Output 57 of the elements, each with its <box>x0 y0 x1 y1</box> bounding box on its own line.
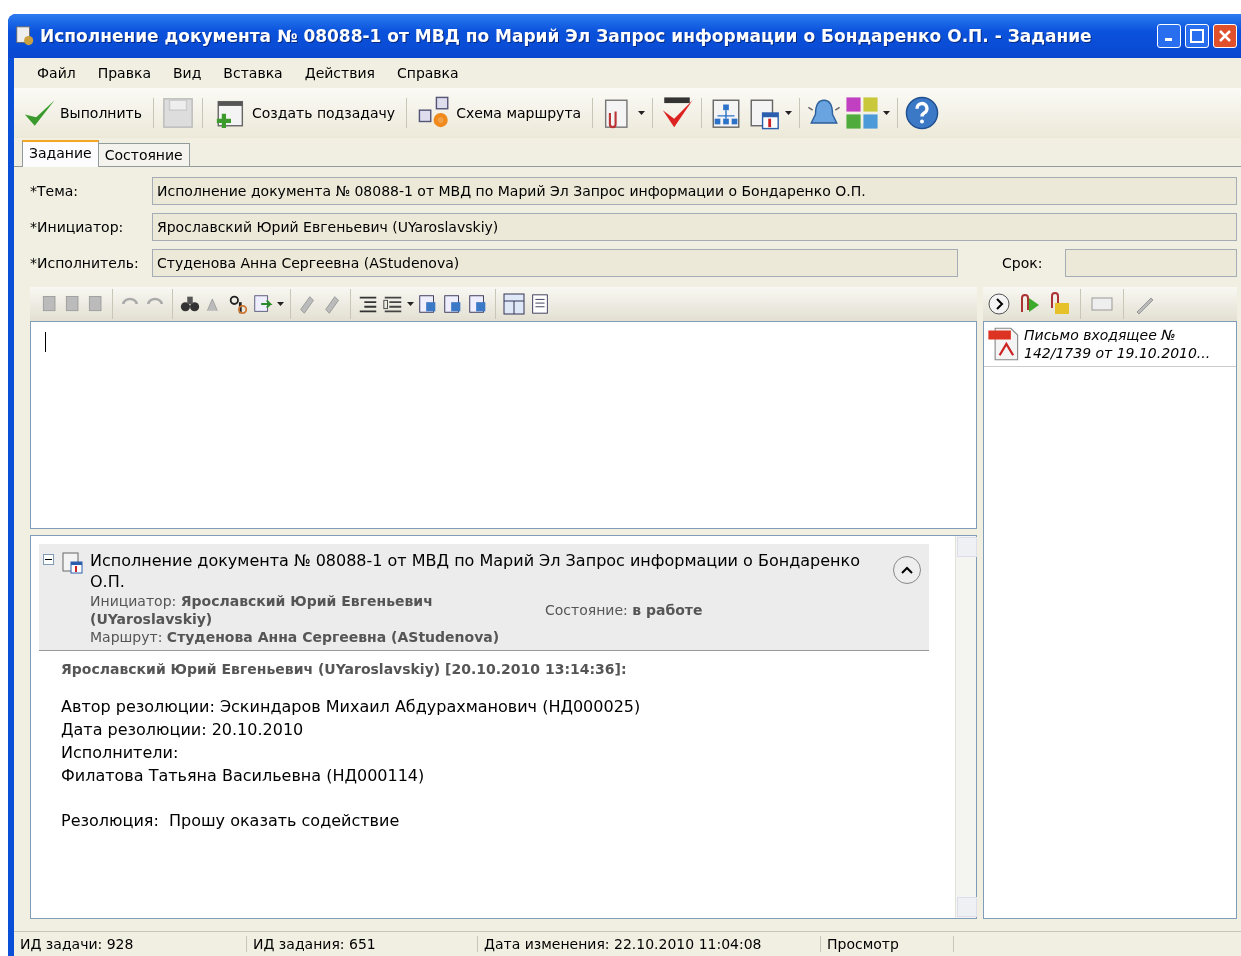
date-field[interactable] <box>1065 249 1237 277</box>
menu-item[interactable]: Файл <box>26 65 87 81</box>
close-icon[interactable] <box>1218 29 1232 43</box>
spelling-icon[interactable] <box>227 293 249 315</box>
menu-item[interactable]: Вставка <box>212 65 294 81</box>
color-squares-icon[interactable] <box>845 96 880 130</box>
page-layout-icon[interactable] <box>529 293 551 315</box>
comment-header: Ярославский Юрий Евгеньевич (UYaroslavskiy) [20.10.2010 13:14:36]: <box>61 661 628 677</box>
menu-item[interactable]: Правка <box>86 65 162 81</box>
status-bar-item: Дата изменения: 22.10.2010 11:04:08 <box>478 936 821 952</box>
field-label: Срок: <box>1002 255 1044 271</box>
comment-line: Филатова Татьяна Васильевна (НД000114) <box>61 765 426 787</box>
execute-button[interactable]: Выполнить <box>18 94 146 132</box>
window-title: Исполнение документа № 08088-1 от МВД по Марий Эл Запрос информации о Бондаренко О.П. - Задание <box>40 26 1093 46</box>
caret-icon[interactable] <box>785 111 793 115</box>
caret-icon[interactable] <box>883 111 891 115</box>
document-icon[interactable] <box>14 25 36 47</box>
caret-icon[interactable] <box>407 302 414 306</box>
comment-line: Резолюция: Прошу оказать содействие <box>61 810 401 832</box>
route-scheme-button[interactable]: Схема маршрута <box>414 94 586 132</box>
route-text: Маршрут: Студенова Анна Сергеевна (AStudenova) <box>90 628 501 646</box>
menu-item[interactable]: Вид <box>161 65 213 81</box>
chevron-up-icon[interactable] <box>901 566 913 574</box>
tab[interactable]: Состояние <box>97 143 190 166</box>
pdf-file-icon[interactable] <box>986 326 1020 362</box>
table-layout-icon[interactable] <box>502 292 526 316</box>
initiator-text: Инициатор: Ярославский Юрий Евгеньевич (UYaroslavskiy) <box>90 592 434 628</box>
menu-item[interactable]: Справка <box>385 65 470 81</box>
comment-line: Дата резолюции: 20.10.2010 <box>61 719 305 741</box>
status-bar-item: ИД задания: 651 <box>247 936 478 952</box>
menu-item[interactable]: Действия <box>293 65 386 81</box>
status-text: Состояние: в работе <box>545 601 704 619</box>
comment-line: Автор резолюции: Эскиндаров Михаил Абдурахманович (НД000025) <box>61 696 642 718</box>
status-bar-item: ИД задачи: 928 <box>14 936 247 952</box>
create-subtask-button[interactable]: Создать подзадачу <box>210 94 400 132</box>
caret-icon[interactable] <box>277 302 284 306</box>
scrollbar[interactable] <box>955 536 976 918</box>
field-label: *Инициатор: <box>30 219 125 235</box>
caret-icon[interactable] <box>638 111 646 115</box>
task-calendar-icon[interactable] <box>60 550 84 574</box>
tab[interactable]: Задание <box>22 140 99 167</box>
export-icon[interactable] <box>252 293 274 315</box>
status-bar-item: Просмотр <box>821 936 954 952</box>
maximize-button[interactable] <box>1185 24 1209 48</box>
text-field[interactable]: Студенова Анна Сергеевна (AStudenova) <box>152 249 958 277</box>
field-label: *Тема: <box>30 183 80 199</box>
maximize-icon[interactable] <box>1190 29 1204 43</box>
minimize-button[interactable] <box>1157 24 1181 48</box>
task-title: Исполнение документа № 08088-1 от МВД по Марий Эл Запрос информации о Бондаренко О.П. <box>90 550 861 592</box>
text-field[interactable]: Исполнение документа № 08088-1 от МВД по Марий Эл Запрос информации о Бондаренко О.П. <box>152 177 1237 205</box>
forward-icon[interactable] <box>987 292 1011 316</box>
collapse-button[interactable] <box>893 556 921 584</box>
help-icon[interactable] <box>905 96 940 130</box>
comment-line: Исполнители: <box>61 742 180 764</box>
close-button[interactable] <box>1213 24 1237 48</box>
text-field[interactable]: Ярославский Юрий Евгеньевич (UYaroslavskiy) <box>152 213 1237 241</box>
field-label: *Исполнитель: <box>30 255 140 271</box>
